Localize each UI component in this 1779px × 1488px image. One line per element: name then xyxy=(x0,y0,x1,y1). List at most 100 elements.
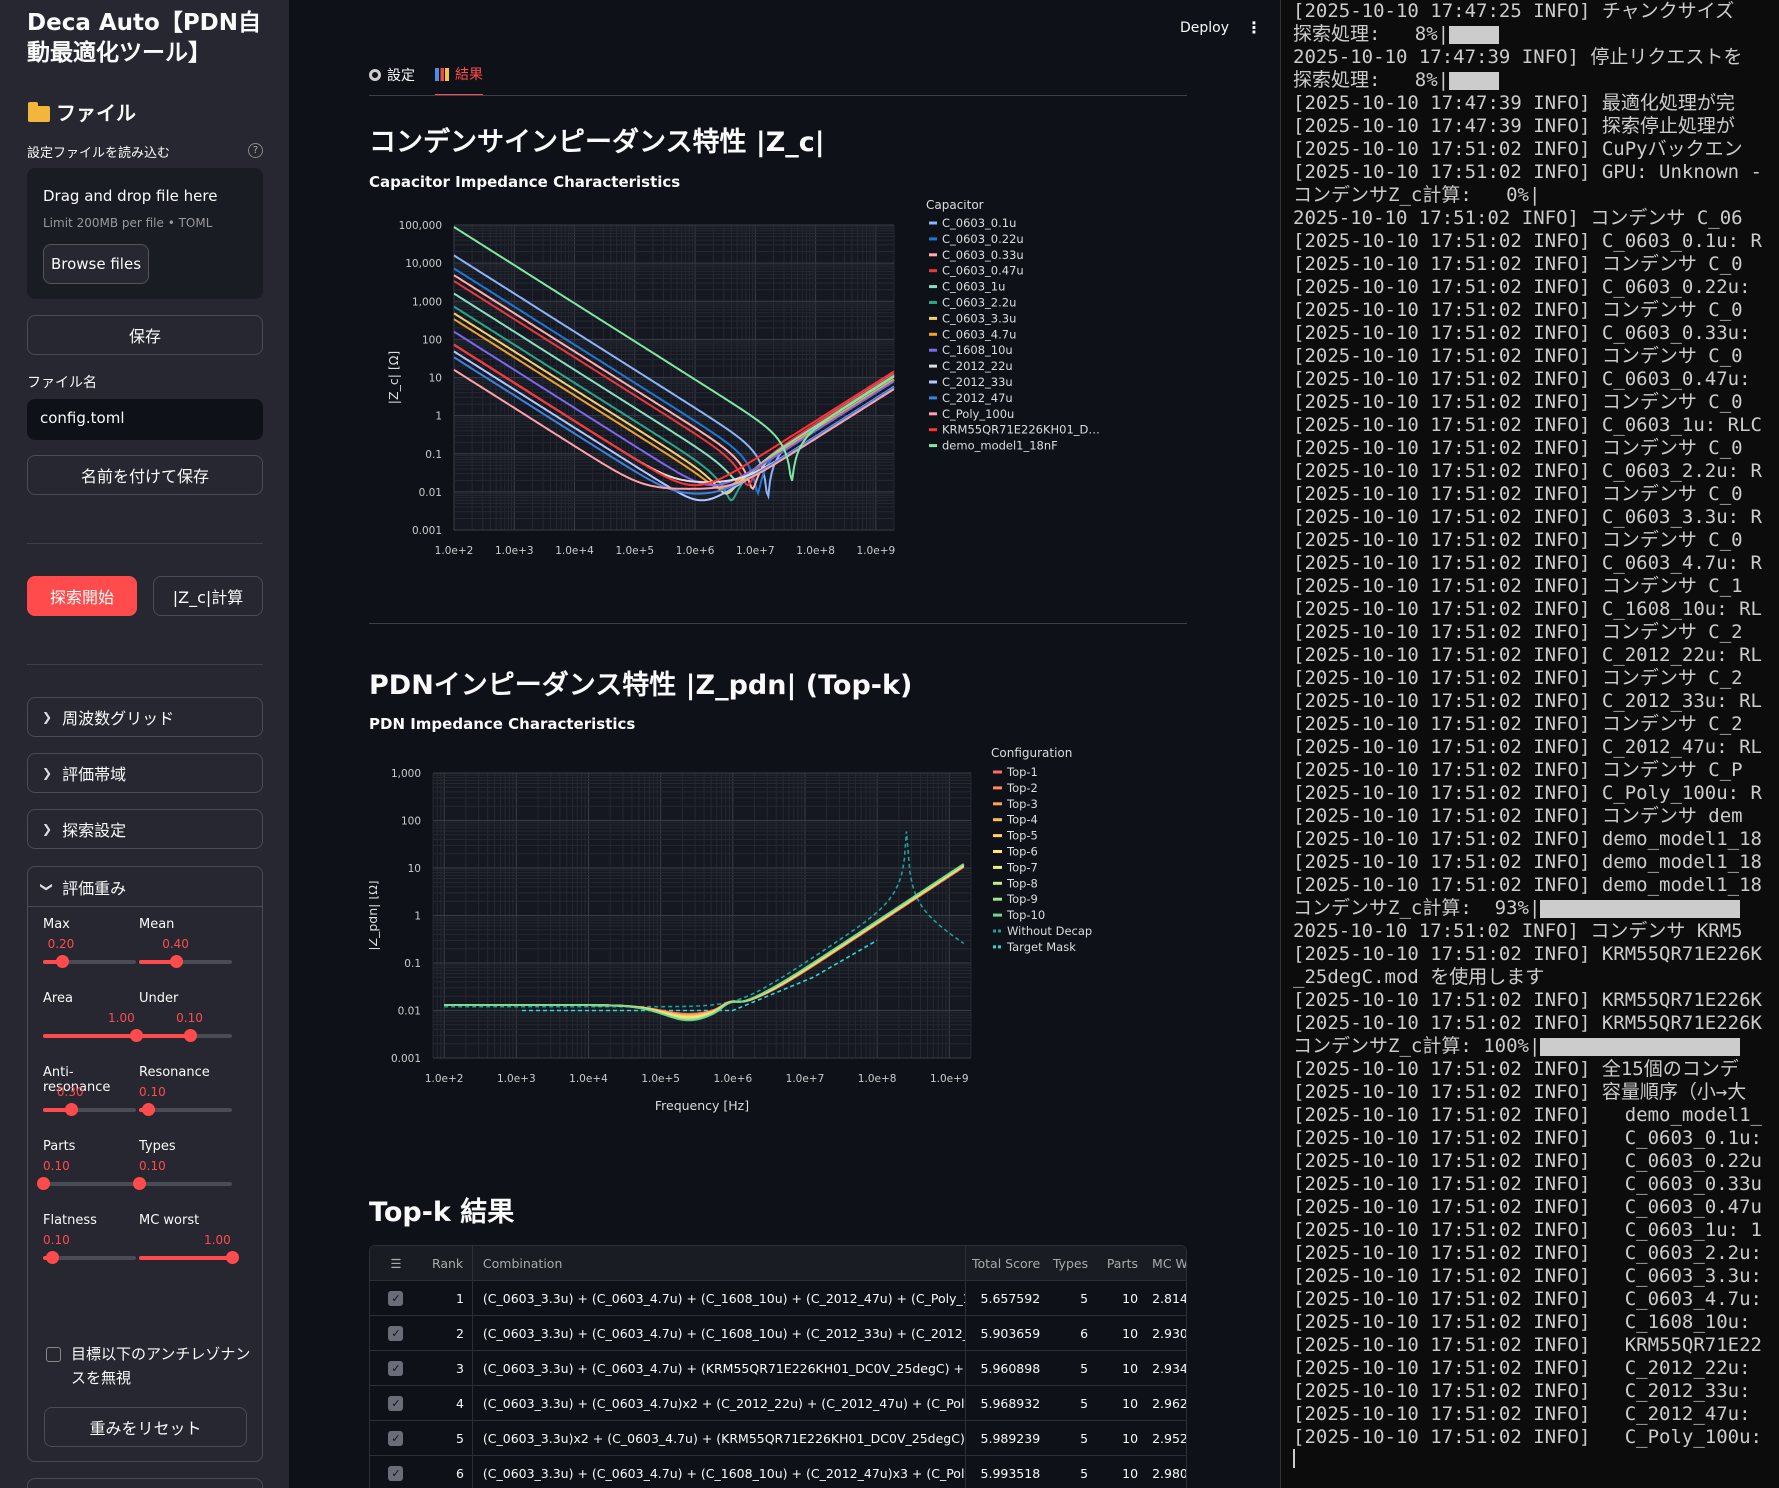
row-checkbox[interactable]: ✓ xyxy=(388,1325,404,1341)
table-row[interactable]: ✓ 2 (C_0603_3.3u) + (C_0603_4.7u) + (C_160… xyxy=(370,1315,1186,1351)
weight-slider-under[interactable]: Under 0.10 xyxy=(139,991,232,1051)
weight-slider-anti-resonance[interactable]: Anti-resonance 0.30 xyxy=(43,1065,136,1125)
file-dropzone[interactable]: Drag and drop file here Limit 200MB per … xyxy=(27,168,263,299)
bar-chart-icon xyxy=(435,67,449,81)
deploy-button[interactable]: Deploy xyxy=(1180,20,1229,36)
y-tick-label: 0.01 xyxy=(398,1006,421,1018)
column-header[interactable]: MC W xyxy=(1146,1256,1186,1271)
main-menu-icon[interactable]: ⋮ xyxy=(1246,18,1262,37)
slider-handle[interactable] xyxy=(170,955,184,968)
table-row[interactable]: ✓ 6 (C_0603_3.3u) + (C_0603_4.7u) + (C_160… xyxy=(370,1455,1186,1488)
filename-input[interactable]: config.toml xyxy=(27,399,263,440)
slider-handle[interactable] xyxy=(46,1251,60,1264)
parts-cell: 10 xyxy=(1122,1325,1139,1341)
slider-handle[interactable] xyxy=(37,1177,50,1190)
expander-eval-band[interactable]: ❯ 評価帯域 xyxy=(27,753,263,793)
rank-cell: 2 xyxy=(455,1325,464,1341)
types-cell: 5 xyxy=(1080,1360,1089,1376)
weight-slider-max[interactable]: Max 0.20 xyxy=(43,917,136,977)
cursor xyxy=(1293,1449,1295,1468)
next-expander[interactable] xyxy=(27,1478,263,1488)
column-header[interactable]: Combination xyxy=(471,1246,967,1281)
weight-slider-area[interactable]: Area 1.00 xyxy=(43,991,143,1051)
row-checkbox[interactable]: ✓ xyxy=(388,1430,404,1446)
types-cell: 5 xyxy=(1080,1290,1089,1306)
weight-slider-mean[interactable]: Mean 0.40 xyxy=(139,917,232,977)
types-cell: 5 xyxy=(1080,1430,1089,1446)
terminal-line: [2025-10-10 17:51:02 INFO] コンデンサ C_1 xyxy=(1293,575,1743,597)
slider-track[interactable] xyxy=(139,1251,239,1264)
table-menu-icon[interactable]: ☰ xyxy=(370,1256,422,1271)
column-header[interactable]: Parts xyxy=(1096,1256,1146,1271)
slider-track[interactable] xyxy=(139,1029,232,1042)
save-as-button[interactable]: 名前を付けて保存 xyxy=(27,455,263,495)
row-checkbox[interactable]: ✓ xyxy=(388,1465,404,1481)
ignore-antiresonance-checkbox[interactable] xyxy=(46,1347,61,1362)
section-divider xyxy=(369,623,1187,624)
slider-value: 0.10 xyxy=(139,1159,166,1173)
expander-search-settings[interactable]: ❯ 探索設定 xyxy=(27,809,263,849)
terminal-line: [2025-10-10 17:51:02 INFO] C_0603_0.33u: xyxy=(1293,322,1762,344)
row-checkbox[interactable]: ✓ xyxy=(388,1360,404,1376)
legend-entry: Target Mask xyxy=(1006,940,1076,954)
row-checkbox[interactable]: ✓ xyxy=(388,1290,404,1306)
y-tick-label: 100 xyxy=(401,816,421,828)
browse-files-button[interactable]: Browse files xyxy=(43,244,149,284)
terminal-line: [2025-10-10 17:51:02 INFO] C_0603_0.47u xyxy=(1293,1196,1762,1218)
column-header[interactable]: Rank xyxy=(422,1256,472,1271)
weight-slider-mc-worst[interactable]: MC worst 1.00 xyxy=(139,1213,239,1273)
terminal-line: [2025-10-10 17:51:02 INFO] C_0603_4.7u: xyxy=(1293,1288,1762,1310)
slider-track[interactable] xyxy=(139,1103,232,1116)
slider-track[interactable] xyxy=(139,955,232,968)
slider-track[interactable] xyxy=(133,1177,232,1190)
mc-worst-cell: 2.814 xyxy=(1152,1290,1187,1306)
terminal-line: コンデンサZ_c計算: 93%| xyxy=(1293,897,1773,920)
folder-icon xyxy=(28,101,50,122)
help-icon[interactable]: ? xyxy=(248,143,263,158)
expander-frequency-grid[interactable]: ❯ 周波数グリッド xyxy=(27,697,263,737)
column-header[interactable]: Total Score xyxy=(966,1256,1046,1271)
slider-value: 1.00 xyxy=(108,1011,135,1025)
row-checkbox[interactable]: ✓ xyxy=(388,1395,404,1411)
tab-results[interactable]: 結果 xyxy=(435,64,483,96)
row-select-cell: ✓ xyxy=(370,1465,422,1481)
slider-handle[interactable] xyxy=(55,955,69,968)
slider-track[interactable] xyxy=(43,1103,136,1116)
table-row[interactable]: ✓ 1 (C_0603_3.3u) + (C_0603_4.7u) + (C_160… xyxy=(370,1280,1187,1316)
slider-track[interactable] xyxy=(37,1177,136,1190)
legend-entry: C_0603_2.2u xyxy=(942,296,1016,310)
zc-chart[interactable]: 1.0e+2 1.0e+3 1.0e+4 1.0e+5 1.0e+6 1.0e+7 1.0e… xyxy=(369,200,1187,570)
save-button[interactable]: 保存 xyxy=(27,315,263,355)
table-row[interactable]: ✓ 5 (C_0603_3.3u)x2 + (C_0603_4.7u) + (KRM… xyxy=(370,1420,1186,1456)
slider-track[interactable] xyxy=(43,1029,143,1042)
slider-track[interactable] xyxy=(43,1251,136,1264)
slider-handle[interactable] xyxy=(64,1103,78,1116)
terminal-line: [2025-10-10 17:51:02 INFO] C_0603_3.3u: xyxy=(1293,1265,1762,1287)
weight-slider-resonance[interactable]: Resonance 0.10 xyxy=(139,1065,232,1125)
table-row[interactable]: ✓ 3 (C_0603_3.3u) + (C_0603_4.7u) + (KRM55… xyxy=(370,1350,1186,1386)
slider-handle[interactable] xyxy=(142,1103,156,1116)
terminal-cursor-line[interactable] xyxy=(1293,1449,1773,1472)
weight-slider-parts[interactable]: Parts 0.10 xyxy=(37,1139,136,1199)
terminal-line: [2025-10-10 17:51:02 INFO] KRM55QR71E22 xyxy=(1293,1334,1762,1356)
slider-handle[interactable] xyxy=(184,1029,198,1042)
slider-handle[interactable] xyxy=(226,1251,239,1264)
terminal-line: [2025-10-10 17:51:02 INFO] C_0603_0.47u: xyxy=(1293,368,1762,390)
column-header[interactable]: Types xyxy=(1046,1256,1096,1271)
table-row[interactable]: ✓ 4 (C_0603_3.3u) + (C_0603_4.7u)x2 + (C_2… xyxy=(370,1385,1186,1421)
weight-slider-types[interactable]: Types 0.10 xyxy=(133,1139,232,1199)
expander-eval-weights-header[interactable]: ❯ 評価重み xyxy=(28,867,262,907)
slider-value: 0.10 xyxy=(139,1085,166,1099)
pdn-chart[interactable]: 1.0e+2 1.0e+3 1.0e+4 1.0e+5 1.0e+6 1.0e+7 1.0e… xyxy=(369,745,1187,1155)
slider-handle[interactable] xyxy=(133,1177,146,1190)
tab-settings[interactable]: 設定 xyxy=(369,64,415,96)
y-tick-label: 1,000 xyxy=(391,768,421,780)
combination-cell: (C_0603_3.3u) + (C_0603_4.7u) + (C_1608_… xyxy=(471,1455,967,1488)
x-tick-label: 1.0e+2 xyxy=(425,1073,464,1085)
weight-slider-flatness[interactable]: Flatness 0.10 xyxy=(43,1213,136,1273)
zc-calc-button[interactable]: |Z_c|計算 xyxy=(153,576,263,616)
reset-weights-button[interactable]: 重みをリセット xyxy=(44,1407,247,1447)
start-search-button[interactable]: 探索開始 xyxy=(27,576,137,616)
slider-track[interactable] xyxy=(43,955,136,968)
terminal-line: [2025-10-10 17:51:02 INFO] コンデンサ C_2 xyxy=(1293,713,1743,735)
